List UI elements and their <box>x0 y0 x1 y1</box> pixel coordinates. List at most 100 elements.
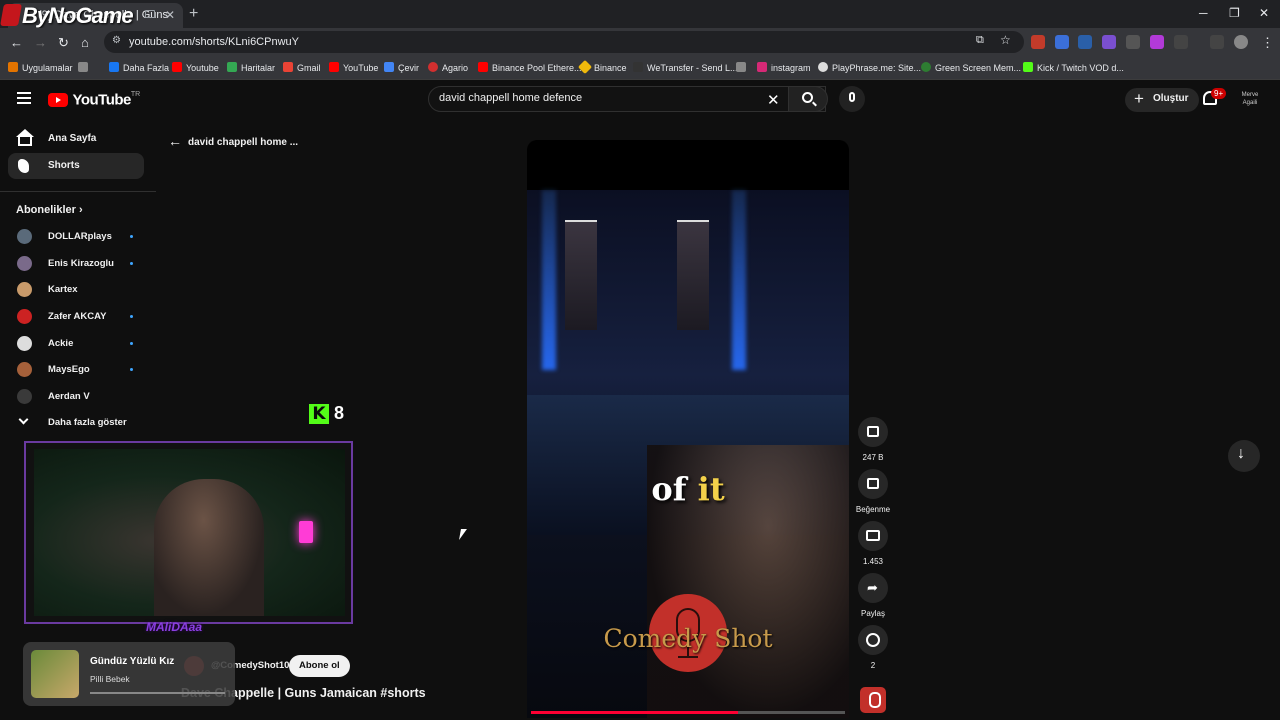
subscribe-button[interactable]: Abone ol <box>289 655 350 677</box>
song-title: Gündüz Yüzlü Kız <box>90 656 175 667</box>
forward-icon[interactable]: → <box>34 35 47 50</box>
apps-grid-icon <box>8 62 18 72</box>
avatar <box>17 229 32 244</box>
bookmark-youtube[interactable]: Youtube <box>172 62 219 73</box>
bookmark-star-icon[interactable]: ☆ <box>1000 33 1011 47</box>
tab-mute-icon[interactable] <box>145 10 155 18</box>
home-browser-icon[interactable]: ⌂ <box>81 35 89 50</box>
extension-purple-icon[interactable] <box>1150 35 1164 49</box>
subscription-item[interactable]: DOLLARplays <box>8 223 144 249</box>
bookmark-playphrase[interactable]: PlayPhrase.me: Site... <box>818 62 921 73</box>
youtube-logo[interactable]: YouTubeTR <box>48 91 140 109</box>
subscription-item[interactable]: Kartex <box>8 276 144 302</box>
notification-count-badge: 9+ <box>1211 88 1227 99</box>
subscription-item[interactable]: Enis Kirazoglu <box>8 250 144 276</box>
subscription-item[interactable]: Aerdan V <box>8 383 144 409</box>
menu-icon[interactable] <box>17 92 31 104</box>
bookmark-translate[interactable]: Çevir <box>384 62 419 73</box>
tab-close-icon[interactable]: ✕ <box>165 8 175 22</box>
agario-icon <box>428 62 438 72</box>
back-to-search-button[interactable]: ← david chappell home ... <box>168 133 298 149</box>
subscription-item[interactable]: Zafer AKCAY <box>8 303 144 329</box>
restore-button[interactable]: ❐ <box>1229 6 1240 20</box>
comment-action[interactable]: 1.453 <box>857 521 889 566</box>
voice-search-button[interactable] <box>839 86 865 112</box>
grid-icon <box>78 62 88 72</box>
like-button[interactable] <box>858 417 888 447</box>
youtube-icon <box>329 62 339 72</box>
bookmark-maps[interactable]: Haritalar <box>227 62 275 73</box>
subscription-item[interactable]: MaysEgo <box>8 356 144 382</box>
subscriptions-heading[interactable]: Abonelikler › <box>16 204 83 216</box>
clear-search-icon[interactable]: ✕ <box>767 91 780 109</box>
youtube-play-icon <box>48 92 68 107</box>
new-content-dot <box>130 235 133 238</box>
thumbs-down-icon <box>867 478 879 489</box>
search-button[interactable] <box>788 86 828 112</box>
remix-action[interactable]: 2 <box>857 625 889 670</box>
bookmark-agario[interactable]: Agario <box>428 62 468 73</box>
dislike-button[interactable] <box>858 469 888 499</box>
new-content-dot <box>130 342 133 345</box>
profile-avatar-icon[interactable] <box>1234 35 1248 49</box>
bookmark-gmail[interactable]: Gmail <box>283 62 321 73</box>
share-button[interactable]: ➦ <box>858 573 888 603</box>
wetransfer-icon <box>633 62 643 72</box>
shorts-player[interactable]: of it Comedy Shot <box>527 140 849 718</box>
bookmark-grid[interactable] <box>78 62 92 73</box>
bookmark-binance-pool[interactable]: Binance Pool Ethere... <box>478 62 582 73</box>
browser-menu-icon[interactable]: ⋮ <box>1261 35 1274 51</box>
minimize-button[interactable]: ─ <box>1199 6 1208 20</box>
like-action[interactable]: 247 B <box>857 417 889 462</box>
greenscreen-icon <box>921 62 931 72</box>
comments-button[interactable] <box>858 521 888 551</box>
bookmark-binance[interactable]: Binance <box>577 59 627 75</box>
bookmark-kick-vod[interactable]: Kick / Twitch VOD d... <box>1023 62 1124 73</box>
bookmark-wetransfer[interactable]: WeTransfer - Send L... <box>633 62 738 73</box>
extensions-puzzle-icon[interactable] <box>1174 35 1188 49</box>
microphone-icon <box>849 92 855 102</box>
media-control-icon[interactable] <box>1210 35 1224 49</box>
now-playing-card: Gündüz Yüzlü Kız Pilli Bebek <box>23 642 235 706</box>
subscription-item[interactable]: Ackie <box>8 330 144 356</box>
bookmark-doc[interactable] <box>736 62 750 73</box>
extension-new-icon[interactable] <box>1031 35 1045 49</box>
progress-bar[interactable] <box>531 711 845 714</box>
next-short-button[interactable]: ↓ <box>1228 440 1260 472</box>
search-box: ✕ <box>428 86 826 112</box>
channel-thumbnail[interactable] <box>860 687 886 713</box>
extension-counter-icon[interactable] <box>1078 35 1092 49</box>
back-icon[interactable]: ← <box>10 35 23 50</box>
search-icon <box>802 92 813 103</box>
bookmark-apps[interactable]: Uygulamalar <box>8 62 73 73</box>
share-action[interactable]: ➦ Paylaş <box>857 573 889 618</box>
bookmark-daha-fazla[interactable]: Daha Fazla <box>109 62 169 73</box>
avatar <box>17 309 32 324</box>
search-input[interactable] <box>439 92 759 104</box>
video-caption: of it <box>651 470 725 508</box>
reload-icon[interactable]: ↻ <box>58 35 69 51</box>
install-app-icon[interactable]: ⧉ <box>976 34 984 47</box>
remix-button[interactable] <box>858 625 888 655</box>
bookmark-instagram[interactable]: instagram <box>757 62 811 73</box>
bookmark-greenscreen[interactable]: Green Screen Mem... <box>921 62 1021 73</box>
account-avatar[interactable]: Merve Agaili <box>1240 91 1260 109</box>
show-more-button[interactable]: Daha fazla göster <box>8 409 144 435</box>
create-button[interactable]: Oluştur <box>1125 88 1199 112</box>
stream-brand-logo: ByNoGame <box>0 3 134 29</box>
avatar <box>17 389 32 404</box>
sidebar-item-home[interactable]: Ana Sayfa <box>8 126 144 152</box>
extension-translate-icon[interactable] <box>1055 35 1069 49</box>
extension-pen-icon[interactable] <box>1102 35 1116 49</box>
sidebar-item-label: Ana Sayfa <box>48 133 97 144</box>
bookmark-youtube-2[interactable]: YouTube <box>329 62 378 73</box>
youtube-wordmark: YouTube <box>72 91 131 109</box>
new-tab-button[interactable]: + <box>189 5 198 23</box>
stage-panel <box>677 220 709 330</box>
site-info-icon[interactable]: ⚙ <box>112 35 121 46</box>
address-bar[interactable]: ⚙ youtube.com/shorts/KLni6CPnwuY ⧉ ☆ <box>104 31 1024 53</box>
dislike-action[interactable]: Beğenme <box>856 469 890 514</box>
close-window-button[interactable]: ✕ <box>1259 6 1269 20</box>
extension-capture-icon[interactable] <box>1126 35 1140 49</box>
sidebar-item-shorts[interactable]: Shorts <box>8 153 144 179</box>
